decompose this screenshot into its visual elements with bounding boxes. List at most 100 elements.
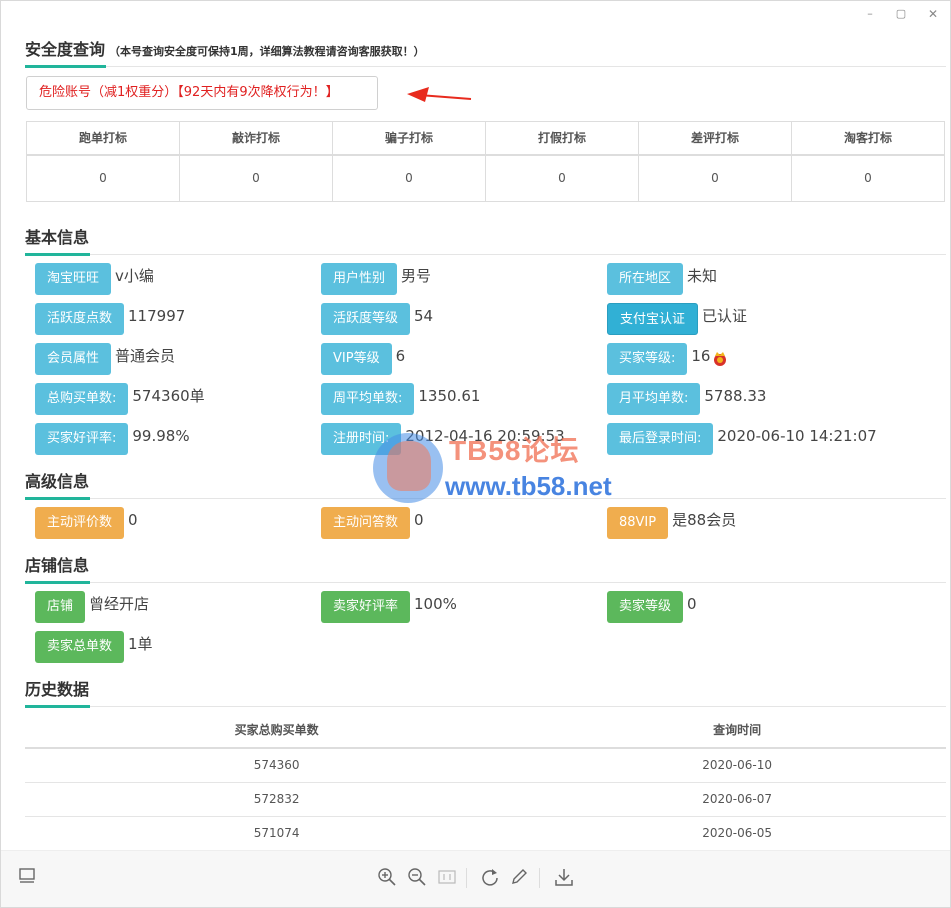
shop-info-section: 店铺信息 店铺 曾经开店 卖家好评率 100% 卖家等级 0 卖家总单数 1单 [25,543,946,663]
advanced-title: 高级信息 [25,472,90,491]
basic-title: 基本信息 [25,228,90,247]
info-value: 1350.61 [418,387,481,405]
security-section-header: 安全度查询 （本号查询安全度可保持1周，详细算法教程请咨询客服获取！） [25,27,946,68]
info-label: VIP等级 [321,343,392,375]
info-label: 支付宝认证 [607,303,699,335]
history-cell: 572832 [25,782,529,817]
history-header: 买家总购买单数 [25,712,529,749]
history-header: 查询时间 [528,712,946,749]
info-value: 2012-04-16 20:59:53 [405,427,565,445]
thumbnail-icon[interactable] [16,867,38,889]
info-label: 88VIP [607,507,669,539]
info-label: 主动评价数 [35,507,125,539]
flag-value: 0 [179,154,333,202]
history-cell: 2020-06-10 [528,748,946,783]
info-value: 100% [414,595,457,613]
info-row: 总购买单数: 574360单 周平均单数: 1350.61 月平均单数: 5788.3… [25,383,946,417]
info-label: 店铺 [35,591,86,623]
info-value: 是88会员 [672,511,737,529]
actual-size-icon[interactable] [436,867,458,889]
edit-icon[interactable] [508,867,530,889]
table-row: 571074 2020-06-05 [25,816,946,850]
info-value: 0 [687,595,697,613]
danger-warning: 危险账号（减1权重分）【92天内有9次降权行为！】 [26,76,378,110]
info-value: 5788.33 [704,387,767,405]
info-label: 活跃度等级 [321,303,411,335]
table-row: 572832 2020-06-07 [25,782,946,817]
info-value: 1单 [128,635,153,653]
info-label: 总购买单数: [35,383,129,415]
zoom-out-icon[interactable] [406,867,428,889]
viewer-toolbar [1,850,950,907]
basic-info-section: 基本信息 淘宝旺旺 v小编 用户性别 男号 所在地区 未知 活跃度点数 117997 活… [25,215,946,455]
info-value: 0 [414,511,424,529]
info-value: 574360单 [132,387,205,405]
info-value: 54 [414,307,434,325]
table-row: 574360 2020-06-10 [25,748,946,783]
info-label: 月平均单数: [607,383,701,415]
info-label: 用户性别 [321,263,398,295]
info-label: 卖家等级 [607,591,684,623]
info-value: 117997 [128,307,186,325]
shop-section-header: 店铺信息 [25,543,946,584]
image-content: 安全度查询 （本号查询安全度可保持1周，详细算法教程请咨询客服获取！） 危险账号（… [25,27,946,850]
history-title: 历史数据 [25,680,90,699]
security-flags-table: 跑单打标 敲诈打标 骗子打标 打假打标 差评打标 淘客打标 0 0 0 0 0 … [26,121,945,202]
info-label: 注册时间: [321,423,402,455]
red-arrow-icon [407,87,472,102]
info-label: 买家等级: [607,343,688,375]
crown-icon [714,352,727,366]
info-label: 卖家总单数 [35,631,125,663]
flag-header: 跑单打标 [26,121,180,156]
info-value: 普通会员 [115,347,176,365]
info-row: 主动评价数 0 主动问答数 0 88VIP 是88会员 [25,507,946,541]
info-label: 卖家好评率 [321,591,411,623]
flag-header: 敲诈打标 [179,121,333,156]
shop-title: 店铺信息 [25,556,90,575]
info-label: 淘宝旺旺 [35,263,112,295]
info-label: 买家好评率: [35,423,129,455]
info-row: 店铺 曾经开店 卖家好评率 100% 卖家等级 0 [25,591,946,625]
history-section: 历史数据 [25,667,946,708]
history-cell: 2020-06-05 [528,816,946,850]
close-button[interactable]: ✕ [925,6,941,22]
info-value: 2020-06-10 14:21:07 [717,427,877,445]
history-cell: 2020-06-07 [528,782,946,817]
history-cell: 571074 [25,816,529,850]
flag-value: 0 [485,154,639,202]
info-value: 6 [395,347,406,365]
info-value: 0 [128,511,138,529]
info-label: 所在地区 [607,263,684,295]
info-value: 未知 [687,267,718,285]
maximize-button[interactable]: ▢ [893,6,909,22]
minimize-button[interactable]: – [862,6,878,22]
advanced-info-section: 高级信息 主动评价数 0 主动问答数 0 88VIP 是88会员 [25,459,946,539]
download-icon[interactable] [553,867,575,889]
advanced-section-header: 高级信息 [25,459,946,500]
info-label: 周平均单数: [321,383,415,415]
flag-value: 0 [332,154,486,202]
section-underline [25,581,90,584]
history-table: 买家总购买单数 查询时间 574360 2020-06-10 572832 20… [25,712,946,850]
zoom-in-icon[interactable] [376,867,398,889]
history-section-header: 历史数据 [25,667,946,708]
rotate-icon[interactable] [479,867,501,889]
info-label: 会员属性 [35,343,112,375]
flag-value: 0 [638,154,792,202]
info-value: 16 [691,347,711,365]
info-row: 活跃度点数 117997 活跃度等级 54 支付宝认证 已认证 [25,303,946,337]
security-title: 安全度查询 [25,40,106,59]
flag-header: 骗子打标 [332,121,486,156]
section-underline [25,705,90,708]
table-row: 0 0 0 0 0 0 [26,154,945,202]
info-label: 活跃度点数 [35,303,125,335]
info-value: 曾经开店 [89,595,150,613]
info-label: 最后登录时间: [607,423,714,455]
flag-header: 差评打标 [638,121,792,156]
info-value: 男号 [401,267,432,285]
section-underline [25,253,90,256]
section-underline [25,497,90,500]
toolbar-divider [466,868,467,888]
info-value: 99.98% [132,427,190,445]
flag-header: 淘客打标 [791,121,945,156]
